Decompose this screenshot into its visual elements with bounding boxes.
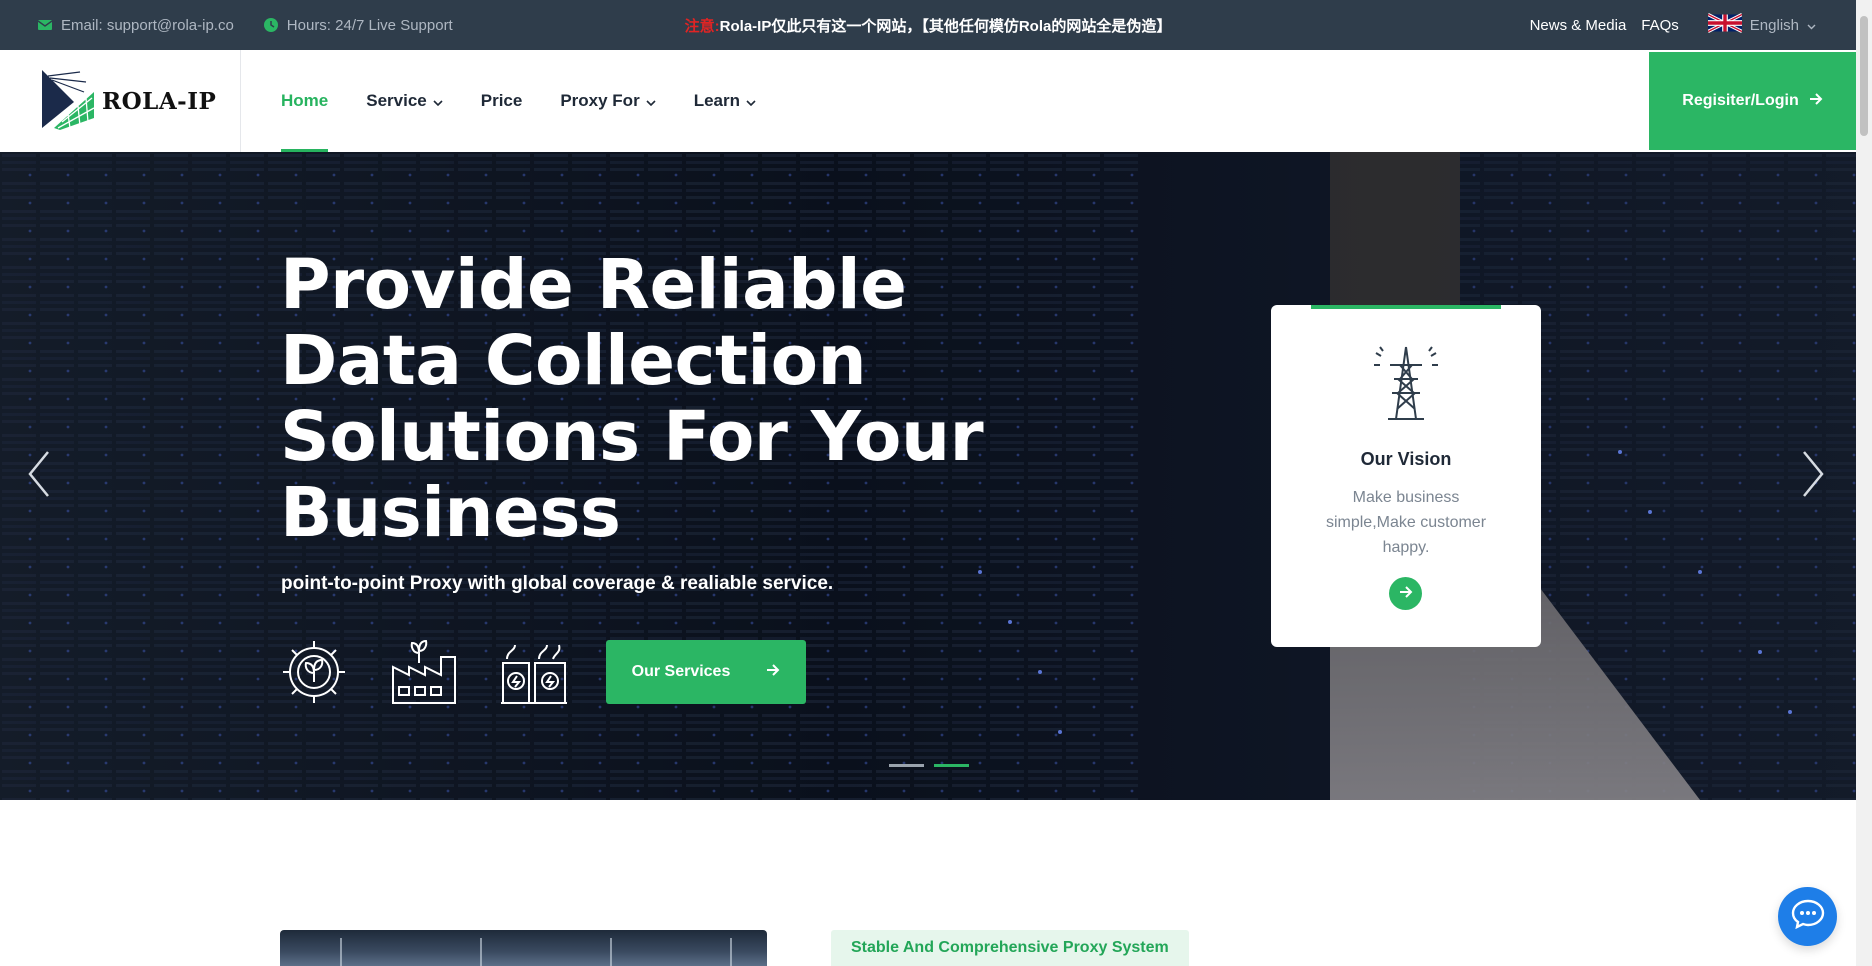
slider-dot-2[interactable]: [934, 764, 969, 767]
nav-service[interactable]: Service: [366, 50, 443, 152]
uk-flag-icon: [1707, 12, 1743, 38]
chevron-down-icon: [433, 91, 443, 111]
scrollbar-thumb[interactable]: [1860, 16, 1868, 136]
slider-dots: [889, 764, 969, 767]
hero-feature-icons: [279, 637, 569, 712]
clock-icon: [263, 18, 278, 32]
language-label: English: [1749, 16, 1799, 34]
top-bar: Email: support@rola-ip.co Hours: 24/7 Li…: [0, 0, 1856, 50]
transmission-tower-icon: [1366, 343, 1446, 428]
chat-icon: [1791, 899, 1825, 934]
faqs-link[interactable]: FAQs: [1641, 17, 1679, 34]
our-services-label: Our Services: [631, 663, 731, 680]
chevron-down-icon: [646, 91, 656, 111]
notice-warning-label: 注意:: [684, 17, 720, 35]
logo-text: ROLA-IP: [102, 88, 217, 115]
notice-text: Rola-IP仅此只有这一个网站，【其他任何模仿Rola的网站全是伪造】: [719, 17, 1172, 35]
logo-mark-icon: [40, 68, 96, 135]
chevron-left-icon: [26, 451, 52, 504]
hero-title: Provide Reliable Data Collection Solutio…: [280, 245, 984, 553]
hero-slider: Provide Reliable Data Collection Solutio…: [0, 152, 1856, 800]
arrow-right-icon: [1399, 585, 1413, 603]
chevron-down-icon: [746, 91, 756, 111]
register-login-label: Regisiter/Login: [1682, 92, 1799, 109]
nav-home-label: Home: [281, 91, 329, 110]
vision-title: Our Vision: [1360, 449, 1452, 469]
page-scrollbar[interactable]: [1856, 0, 1872, 966]
arrow-right-icon: [1809, 92, 1823, 110]
nav-learn[interactable]: Learn: [694, 50, 756, 152]
vision-card: Our Vision Make business simple,Make cus…: [1271, 305, 1541, 647]
section-tag: Stable And Comprehensive Proxy System: [831, 930, 1189, 966]
logo[interactable]: ROLA-IP: [40, 68, 216, 135]
chevron-down-icon: [1807, 17, 1816, 34]
chevron-right-icon: [1800, 451, 1826, 504]
hero-subtitle: point-to-point Proxy with global coverag…: [281, 573, 834, 594]
language-selector[interactable]: English: [1707, 12, 1816, 38]
nav-price[interactable]: Price: [481, 50, 523, 152]
nav-price-label: Price: [480, 91, 523, 110]
nav-learn-label: Learn: [693, 91, 740, 110]
nav-proxy-for[interactable]: Proxy For: [560, 50, 656, 152]
power-plant-icon: [499, 637, 569, 712]
live-chat-button[interactable]: [1778, 887, 1837, 946]
slider-next-button[interactable]: [1800, 448, 1826, 505]
envelope-icon: [38, 19, 52, 31]
vision-more-button[interactable]: [1389, 577, 1422, 610]
top-bar-links: News & Media FAQs English: [1530, 0, 1816, 50]
slider-dot-1[interactable]: [889, 764, 924, 767]
factory-icon: [389, 637, 459, 712]
our-services-button[interactable]: Our Services: [606, 640, 806, 704]
email-text: Email: support@rola-ip.co: [61, 16, 234, 34]
hours-text: Hours: 24/7 Live Support: [286, 16, 453, 34]
email-contact[interactable]: Email: support@rola-ip.co: [38, 17, 234, 34]
news-media-link[interactable]: News & Media: [1530, 17, 1627, 34]
about-preview-image: [280, 930, 767, 966]
main-header: ROLA-IP Home Service Price Proxy For Lea…: [0, 50, 1856, 152]
nav-home[interactable]: Home: [281, 50, 329, 152]
header-divider: [240, 50, 241, 152]
register-login-button[interactable]: Regisiter/Login: [1649, 52, 1856, 150]
card-accent-line: [1311, 305, 1501, 309]
nav-service-label: Service: [366, 91, 427, 110]
slider-prev-button[interactable]: [26, 448, 52, 505]
vision-text: Make business simple,Make customer happy…: [1325, 489, 1487, 556]
main-nav: Home Service Price Proxy For Learn: [281, 50, 756, 152]
hours-info: Hours: 24/7 Live Support: [263, 16, 453, 34]
arrow-right-icon: [766, 663, 780, 681]
top-bar-contact: Email: support@rola-ip.co Hours: 24/7 Li…: [38, 0, 453, 50]
gear-leaf-icon: [279, 637, 349, 712]
nav-proxy-for-label: Proxy For: [560, 91, 640, 110]
